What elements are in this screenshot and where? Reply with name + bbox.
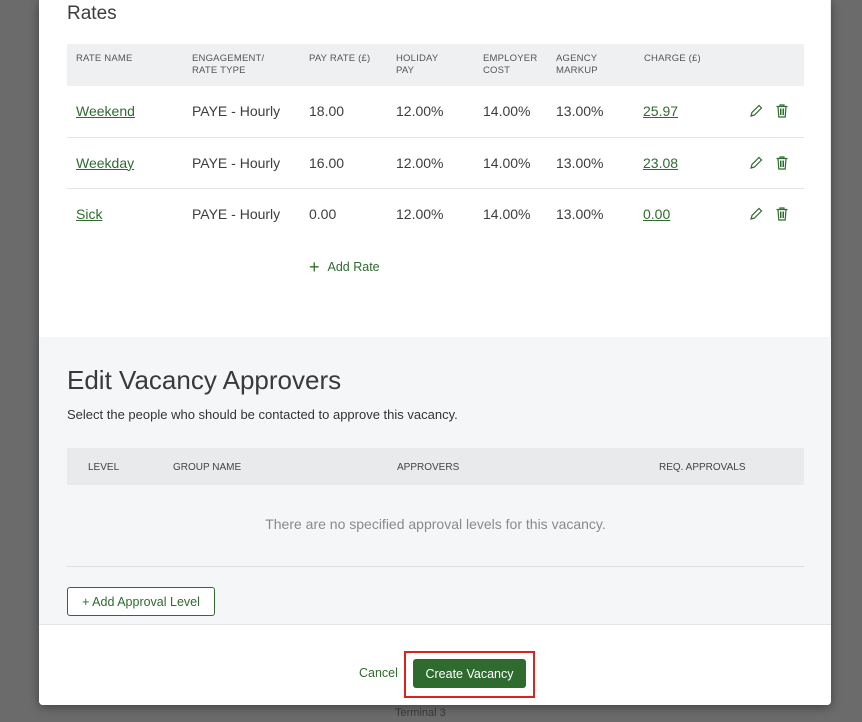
approvers-empty-message: There are no specified approval levels f… (265, 516, 606, 532)
trash-icon[interactable] (774, 206, 790, 222)
rate-type: PAYE - Hourly (192, 206, 281, 222)
modal-footer: Cancel Create Vacancy (39, 624, 831, 705)
col-charge: CHARGE (£) (644, 53, 701, 64)
col-group-name: GROUP NAME (173, 462, 242, 473)
col-pay-rate: PAY RATE (£) (309, 53, 371, 64)
rate-name-link[interactable]: Weekday (76, 155, 134, 171)
pay-rate: 18.00 (309, 103, 345, 119)
col-engagement-rate-type: ENGAGEMENT/ RATE TYPE (192, 53, 265, 76)
pencil-icon[interactable] (748, 155, 764, 171)
col-approvers: APPROVERS (397, 462, 460, 473)
add-approval-level-button[interactable]: + Add Approval Level (67, 587, 215, 616)
col-holiday-pay: HOLIDAY PAY (396, 53, 439, 76)
divider (67, 566, 804, 567)
holiday-pay: 12.00% (396, 154, 444, 171)
holiday-pay: 12.00% (396, 103, 444, 119)
employer-cost: 14.00% (483, 154, 531, 171)
col-req-approvals: REQ. APPROVALS (659, 462, 746, 473)
charge-link[interactable]: 0.00 (643, 206, 670, 222)
create-vacancy-modal: Rates RATE NAME ENGAGEMENT/ RATE TYPE PA… (39, 0, 831, 705)
approvers-title: Edit Vacancy Approvers (67, 365, 342, 395)
rate-row: Weekend PAYE - Hourly 18.00 12.00% 14.00… (67, 86, 804, 138)
rates-title: Rates (67, 3, 117, 24)
approvers-table-header: LEVEL GROUP NAME APPROVERS REQ. APPROVAL… (67, 448, 804, 485)
cancel-button[interactable]: Cancel (359, 666, 398, 680)
rate-row: Weekday PAYE - Hourly 16.00 12.00% 14.00… (67, 138, 804, 189)
holiday-pay: 12.00% (396, 206, 444, 222)
trash-icon[interactable] (774, 103, 790, 119)
agency-markup: 13.00% (556, 206, 604, 222)
col-level: LEVEL (88, 462, 120, 473)
agency-markup: 13.00% (556, 154, 604, 171)
plus-icon: + (309, 257, 320, 277)
add-rate-label: Add Rate (327, 260, 380, 274)
approvers-section: Edit Vacancy Approvers Select the people… (39, 337, 831, 624)
rates-table-header: RATE NAME ENGAGEMENT/ RATE TYPE PAY RATE… (67, 44, 804, 86)
rate-type: PAYE - Hourly (192, 103, 281, 119)
background-terminal-label: Terminal 3 (395, 707, 446, 719)
pay-rate: 0.00 (309, 206, 337, 222)
approvers-subtitle: Select the people who should be contacte… (67, 407, 458, 422)
rate-type: PAYE - Hourly (192, 154, 281, 171)
pay-rate: 16.00 (309, 154, 345, 171)
rates-section: Rates RATE NAME ENGAGEMENT/ RATE TYPE PA… (39, 0, 831, 337)
col-rate-name: RATE NAME (76, 53, 133, 64)
create-vacancy-button[interactable]: Create Vacancy (413, 659, 526, 688)
rate-row: Sick PAYE - Hourly 0.00 12.00% 14.00% 13… (67, 189, 804, 241)
charge-link[interactable]: 25.97 (643, 103, 678, 119)
rate-name-link[interactable]: Sick (76, 206, 102, 222)
employer-cost: 14.00% (483, 206, 531, 222)
employer-cost: 14.00% (483, 103, 531, 119)
agency-markup: 13.00% (556, 103, 604, 119)
add-rate-button[interactable]: + Add Rate (309, 257, 380, 277)
rate-name-link[interactable]: Weekend (76, 103, 135, 119)
rates-table: RATE NAME ENGAGEMENT/ RATE TYPE PAY RATE… (67, 44, 804, 241)
charge-link[interactable]: 23.08 (643, 155, 678, 171)
col-employer-cost: EMPLOYER COST (483, 53, 538, 76)
pencil-icon[interactable] (748, 103, 764, 119)
col-agency-markup: AGENCY MARKUP (556, 53, 598, 76)
trash-icon[interactable] (774, 155, 790, 171)
pencil-icon[interactable] (748, 206, 764, 222)
